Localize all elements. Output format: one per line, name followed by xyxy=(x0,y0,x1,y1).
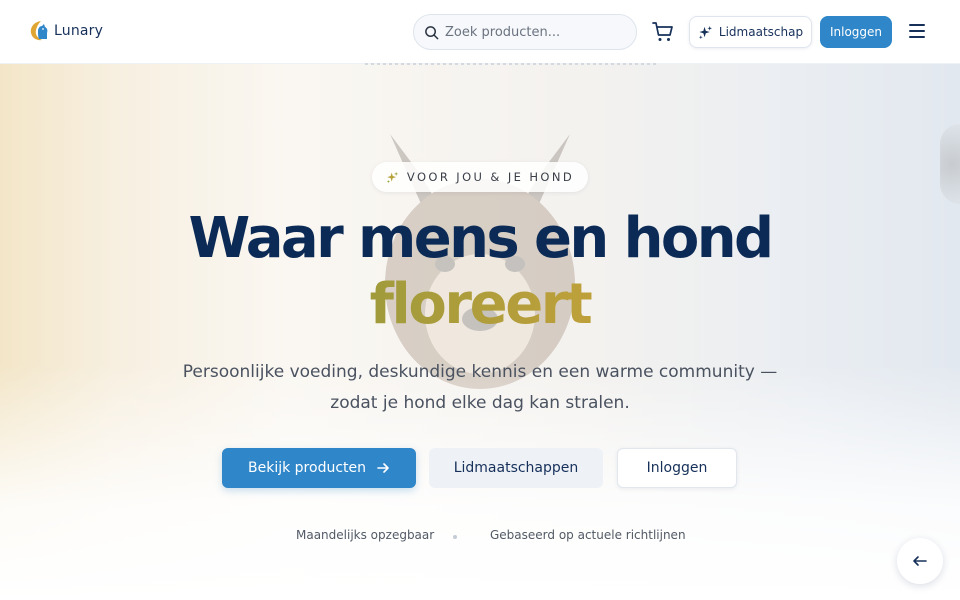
header-divider xyxy=(365,63,657,65)
memberships-button[interactable]: Lidmaatschappen xyxy=(429,448,603,488)
search-icon xyxy=(425,25,439,39)
back-button[interactable] xyxy=(897,538,943,584)
hero-subtitle: Persoonlijke voeding, deskundige kennis … xyxy=(180,357,780,419)
header-login-button[interactable]: Inloggen xyxy=(820,16,892,48)
feature-guidelines: Gebaseerd op actuele richtlijnen xyxy=(490,528,686,542)
hero-title-line1: Waar mens en hond xyxy=(188,206,775,271)
membership-label: Lidmaatschap xyxy=(718,25,804,39)
membership-button[interactable]: Lidmaatschap xyxy=(689,16,812,48)
sparkles-icon xyxy=(698,25,712,39)
hero-subtitle-line1: Persoonlijke voeding, deskundige kennis … xyxy=(182,362,778,382)
hero-section: VOOR JOU & JE HOND Waar mens en hond flo… xyxy=(0,64,960,600)
decorative-shape xyxy=(940,124,960,204)
cart-icon[interactable] xyxy=(651,20,675,44)
logo-text: Lunary xyxy=(54,23,104,39)
sparkles-icon xyxy=(386,171,399,183)
hero-badge-label: VOOR JOU & JE HOND xyxy=(406,170,575,184)
separator-dot xyxy=(453,535,457,539)
logo-icon xyxy=(30,21,48,41)
hero-subtitle-line2: zodat je hond elke dag kan stralen. xyxy=(330,393,630,413)
logo[interactable]: Lunary xyxy=(28,19,103,43)
search-input[interactable] xyxy=(445,24,625,40)
site-header: Lunary Lidmaatschap Inloggen xyxy=(0,0,960,64)
hero-title-line2: floreert xyxy=(0,272,960,338)
search-bar[interactable] xyxy=(413,14,637,50)
view-products-button[interactable]: Bekijk producten xyxy=(222,448,416,488)
arrow-left-icon xyxy=(913,556,927,566)
arrow-right-icon xyxy=(377,463,389,473)
feature-cancel-monthly: Maandelijks opzegbaar xyxy=(296,528,435,542)
view-products-label: Bekijk producten xyxy=(248,460,366,476)
hamburger-menu-icon[interactable] xyxy=(909,24,925,38)
hero-login-button[interactable]: Inloggen xyxy=(617,448,737,488)
hero-badge: VOOR JOU & JE HOND xyxy=(372,162,588,192)
